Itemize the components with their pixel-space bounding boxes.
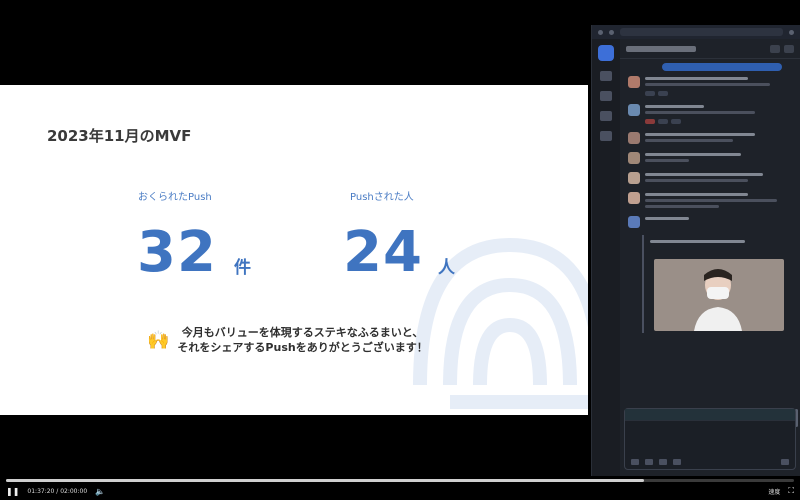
list-item [620,99,800,127]
video-thumbnail[interactable] [654,259,784,331]
thanks-message-line-2: それをシェアするPushをありがとうございます！ [177,341,428,354]
stat-unit-push-received: 人 [438,258,455,278]
new-messages-pill[interactable] [662,63,782,71]
stat-value-push-sent: 32 [137,220,217,285]
thanks-message-line-1: 今月もバリューを体現するステキなふるまいと、 [181,326,424,339]
activity-icon[interactable] [600,111,612,121]
channel-pane [620,39,800,476]
fullscreen-icon[interactable]: ⛶ [788,486,794,496]
volume-icon[interactable]: 🔈 [95,487,105,496]
list-item [620,147,800,167]
player-controls: ❚❚ 01:37:20 / 02:00:00 🔈 速度 ⛶ [0,476,800,500]
pause-icon[interactable]: ❚❚ [6,487,19,496]
send-icon[interactable] [781,459,789,465]
avatar[interactable] [628,104,640,116]
emoji-icon[interactable] [659,459,667,465]
avatar[interactable] [628,216,640,228]
workspace-rail [592,39,620,476]
members-button[interactable] [770,44,780,53]
avatar[interactable] [628,76,640,88]
chat-search-input[interactable] [620,28,783,36]
help-icon[interactable] [789,29,794,35]
stat-unit-push-sent: 件 [234,258,251,278]
chat-app-window [591,25,800,476]
progress-fill [6,479,645,482]
avatar[interactable] [628,172,640,184]
channel-menu-button[interactable] [784,44,794,53]
composer-toolbar [631,459,789,465]
avatar[interactable] [628,192,640,204]
background-logo-decoration [413,237,588,409]
presentation-slide: 2023年11月のMVF おくられたPush 32 件 Pushされた人 24 … [0,85,588,415]
forward-icon[interactable] [609,29,614,35]
dm-icon[interactable] [600,91,612,101]
channel-name[interactable] [626,45,696,52]
person-image [694,269,742,331]
thanks-message: 🙌 今月もバリューを体現するステキなふるまいと、 それをシェアするPushをあり… [147,325,428,355]
progress-bar[interactable] [6,479,794,482]
thanks-message-text: 今月もバリューを体現するステキなふるまいと、 それをシェアするPushをありがと… [177,325,427,355]
mention-icon[interactable] [673,459,681,465]
list-item [620,187,800,211]
stat-label-push-sent: おくられたPush [138,192,212,203]
composer-reply-banner [625,409,795,421]
controls-row: ❚❚ 01:37:20 / 02:00:00 🔈 速度 ⛶ [6,485,794,497]
raised-hands-icon: 🙌 [147,329,170,351]
message-composer[interactable] [624,408,796,470]
plus-icon[interactable] [631,459,639,465]
workspace-icon[interactable] [598,45,614,61]
slide-title: 2023年11月のMVF [47,127,192,145]
home-icon[interactable] [600,71,612,81]
format-icon[interactable] [645,459,653,465]
channel-header [620,39,800,59]
shared-video-attachment[interactable] [642,235,792,333]
stat-value-push-received: 24 [343,220,423,285]
playback-time: 01:37:20 / 02:00:00 [27,487,88,495]
avatar[interactable] [628,132,640,144]
speed-button[interactable]: 速度 [768,487,780,496]
avatar[interactable] [628,152,640,164]
list-item [620,167,800,187]
list-item [620,211,800,231]
chat-title-bar [592,25,800,39]
more-icon[interactable] [600,131,612,141]
list-item [620,127,800,147]
stat-label-push-received: Pushされた人 [350,192,414,203]
back-icon[interactable] [598,29,603,35]
list-item [620,71,800,99]
